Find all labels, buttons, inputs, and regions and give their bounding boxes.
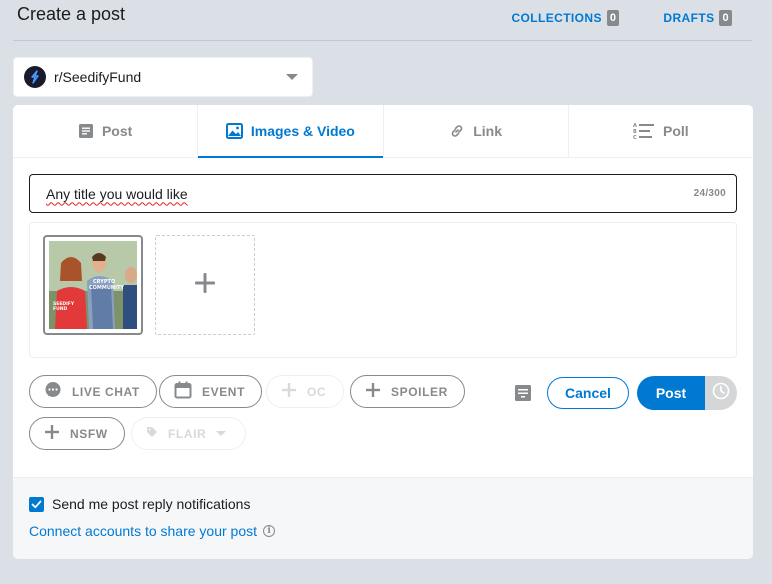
event-label: EVENT	[202, 384, 246, 399]
spoiler-tag-button[interactable]: SPOILER	[350, 375, 465, 408]
poll-icon: ABC	[633, 122, 655, 140]
tag-icon	[146, 426, 158, 441]
post-options-footer: Send me post reply notifications Connect…	[13, 477, 753, 559]
seedify-logo-icon	[24, 66, 46, 88]
tab-images-video-label: Images & Video	[250, 123, 355, 139]
flair-button[interactable]: FLAIR	[131, 417, 246, 450]
notifications-checkbox[interactable]	[29, 496, 44, 512]
spoiler-label: SPOILER	[391, 384, 448, 399]
schedule-post-button[interactable]	[705, 376, 737, 410]
tab-images-video[interactable]: Images & Video	[198, 105, 384, 158]
event-tag-button[interactable]: EVENT	[159, 375, 263, 408]
plus-icon	[44, 424, 60, 443]
post-editor-card: Post Images & Video Link ABC Poll Any ti…	[13, 105, 753, 559]
title-input[interactable]: Any title you would like 24/300	[29, 174, 737, 213]
plus-icon	[365, 382, 381, 401]
title-char-counter: 24/300	[693, 188, 726, 199]
flair-label: FLAIR	[168, 426, 207, 441]
chevron-down-icon	[286, 74, 298, 80]
oc-tag-button[interactable]: OC	[266, 375, 344, 408]
chat-bubble-icon	[44, 381, 62, 402]
media-upload-area: CRYPTO COMMUNITY SEEDIFY FUND	[29, 222, 737, 358]
page-title: Create a post	[17, 4, 126, 24]
community-selector[interactable]: r/SeedifyFund	[13, 57, 313, 97]
chevron-down-icon	[216, 431, 227, 436]
uploaded-image-thumbnail[interactable]: CRYPTO COMMUNITY SEEDIFY FUND	[43, 235, 143, 335]
svg-text:C: C	[633, 135, 637, 140]
calendar-icon	[174, 381, 192, 402]
tab-poll-label: Poll	[663, 123, 689, 139]
reply-notifications-option[interactable]: Send me post reply notifications	[29, 496, 250, 512]
svg-text:FUND: FUND	[53, 306, 67, 312]
tab-post[interactable]: Post	[13, 105, 199, 157]
meme-image: CRYPTO COMMUNITY SEEDIFY FUND	[49, 241, 137, 329]
image-icon	[225, 123, 243, 139]
live-chat-label: LIVE CHAT	[72, 384, 140, 399]
info-icon[interactable]: i	[263, 525, 276, 537]
tab-link[interactable]: Link	[384, 105, 569, 157]
post-icon	[78, 123, 94, 139]
collections-link[interactable]: COLLECTIONS 0	[511, 10, 620, 26]
drafts-count-badge: 0	[719, 10, 732, 26]
plus-icon	[281, 382, 297, 401]
header-links: COLLECTIONS 0 DRAFTS 0	[511, 10, 732, 26]
nsfw-tag-button[interactable]: NSFW	[29, 417, 125, 450]
collections-count-badge: 0	[606, 10, 620, 26]
tab-post-label: Post	[101, 123, 133, 139]
add-media-button[interactable]	[155, 235, 255, 335]
tab-poll[interactable]: ABC Poll	[569, 105, 753, 157]
drafts-link[interactable]: DRAFTS 0	[663, 10, 732, 26]
oc-label: OC	[307, 384, 327, 399]
connect-accounts-label: Connect accounts to share your post	[29, 523, 258, 539]
collections-label: COLLECTIONS	[511, 11, 602, 25]
nsfw-label: NSFW	[70, 426, 108, 441]
cancel-button[interactable]: Cancel	[547, 377, 629, 409]
tab-link-label: Link	[473, 123, 503, 139]
draft-icon[interactable]	[513, 383, 533, 403]
drafts-label: DRAFTS	[663, 11, 715, 25]
link-icon	[449, 123, 465, 139]
clock-icon	[712, 382, 730, 405]
notifications-label: Send me post reply notifications	[52, 496, 251, 512]
svg-text:COMMUNITY: COMMUNITY	[89, 285, 124, 291]
connect-accounts-link[interactable]: Connect accounts to share your post i	[29, 523, 276, 539]
header-divider	[13, 40, 752, 41]
plus-icon	[194, 272, 216, 299]
post-button[interactable]: Post	[637, 376, 705, 410]
post-type-tabs: Post Images & Video Link ABC Poll	[13, 105, 753, 158]
live-chat-tag-button[interactable]: LIVE CHAT	[29, 375, 157, 408]
community-name: r/SeedifyFund	[54, 69, 142, 85]
title-input-value: Any title you would like	[46, 185, 188, 202]
